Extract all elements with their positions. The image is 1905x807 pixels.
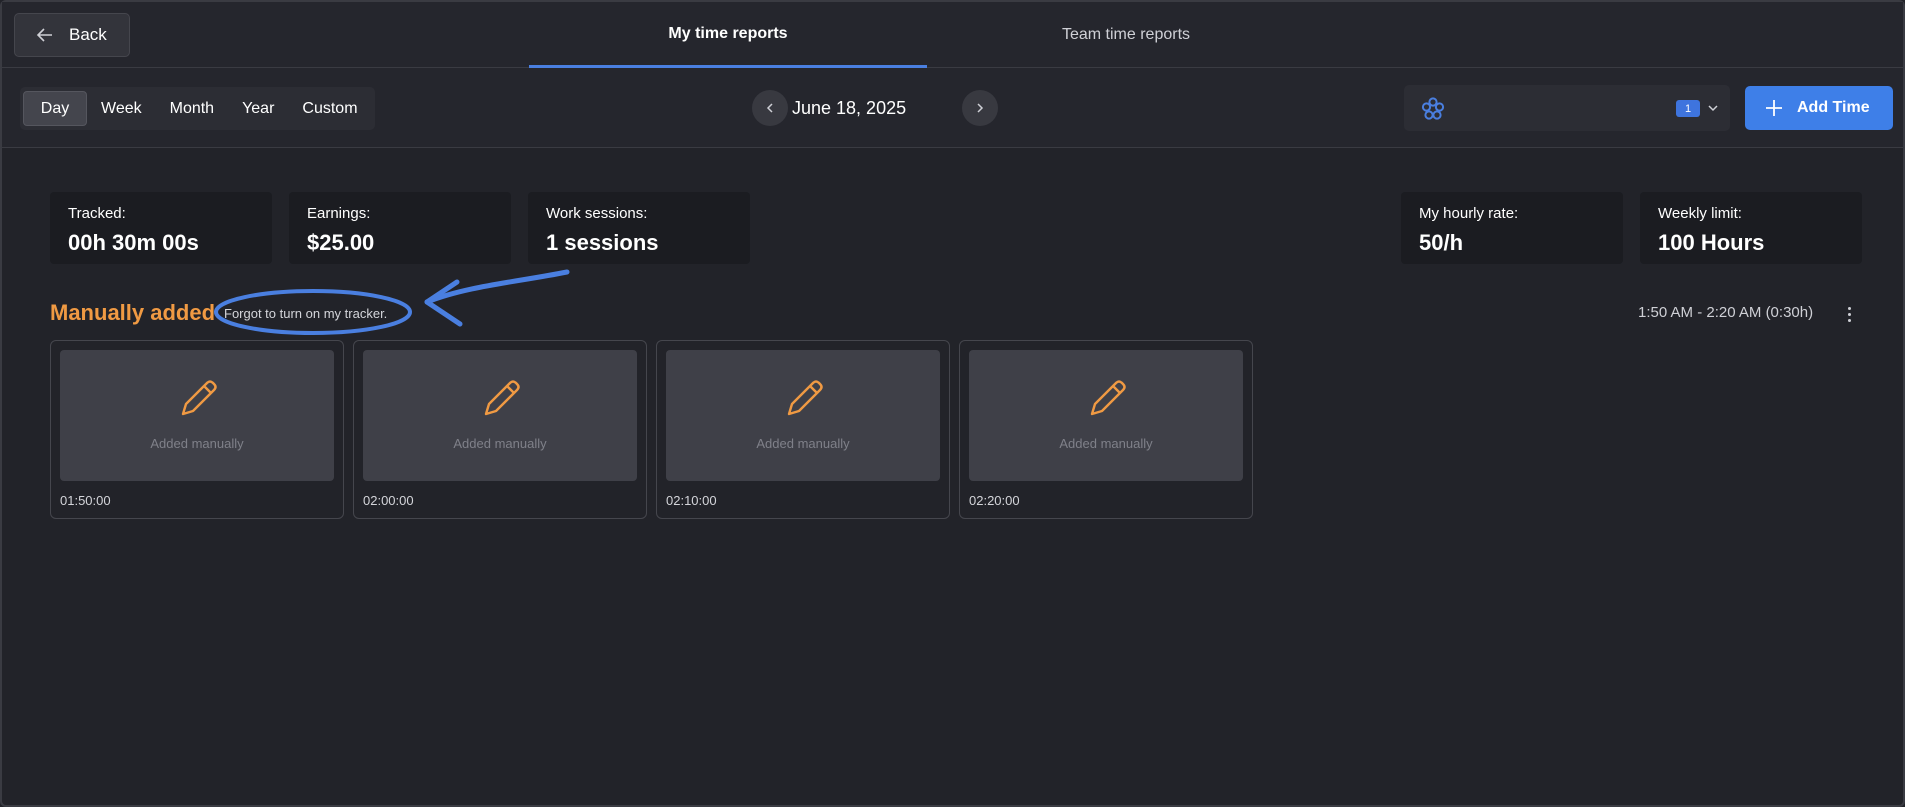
stat-value: 100 Hours	[1658, 230, 1765, 255]
screenshot-card[interactable]: Added manually 01:50:00	[50, 340, 344, 519]
card-thumbnail: Added manually	[363, 350, 637, 481]
stat-value: 00h 30m 00s	[68, 230, 199, 255]
card-thumbnail: Added manually	[60, 350, 334, 481]
next-date-button[interactable]	[962, 90, 998, 126]
pencil-icon	[787, 380, 823, 416]
stat-earnings: Earnings: $25.00	[289, 192, 511, 264]
stat-value: 50/h	[1419, 230, 1464, 255]
stat-label: Weekly limit:	[1658, 205, 1742, 222]
stat-label: Earnings:	[307, 205, 371, 222]
annotation-circle-arrow-icon	[214, 269, 570, 335]
kebab-menu-icon[interactable]	[1840, 303, 1858, 325]
card-caption: Added manually	[453, 436, 547, 451]
card-caption: Added manually	[150, 436, 244, 451]
stat-value: 1 sessions	[546, 230, 659, 255]
chevron-left-icon	[766, 103, 773, 113]
add-time-label: Add Time	[1797, 99, 1870, 116]
stat-label: Tracked:	[68, 205, 126, 222]
session-time-range: 1:50 AM - 2:20 AM (0:30h)	[1638, 304, 1814, 321]
screenshot-card[interactable]: Added manually 02:00:00	[353, 340, 647, 519]
card-timestamp: 02:20:00	[969, 493, 1020, 508]
stat-label: My hourly rate:	[1419, 205, 1519, 222]
session-title: Manually added	[50, 300, 216, 325]
current-date: June 18, 2025	[792, 97, 907, 118]
chevron-down-icon	[1708, 105, 1718, 112]
session-note: Forgot to turn on my tracker.	[224, 306, 388, 321]
card-timestamp: 02:00:00	[363, 493, 414, 508]
toolbar: Day Week Month Year Custom June 18, 2025	[2, 68, 1903, 148]
range-selector: Day Week Month Year Custom	[20, 87, 375, 130]
card-caption: Added manually	[756, 436, 850, 451]
team-count-badge: 1	[1676, 100, 1700, 117]
tab-team-time-reports[interactable]: Team time reports	[927, 2, 1325, 68]
card-timestamp: 01:50:00	[60, 493, 111, 508]
stat-weekly-limit: Weekly limit: 100 Hours	[1640, 192, 1862, 264]
range-year-button[interactable]: Year	[228, 91, 288, 126]
card-thumbnail: Added manually	[969, 350, 1243, 481]
card-caption: Added manually	[1059, 436, 1153, 451]
back-label: Back	[69, 25, 107, 44]
top-bar: Back My time reports Team time reports	[2, 2, 1903, 68]
tab-my-time-reports[interactable]: My time reports	[529, 2, 927, 68]
chevron-right-icon	[977, 103, 984, 113]
stat-value: $25.00	[307, 230, 375, 255]
stat-work-sessions: Work sessions: 1 sessions	[528, 192, 750, 264]
range-custom-button[interactable]: Custom	[288, 91, 371, 126]
add-time-button[interactable]: Add Time	[1745, 86, 1893, 130]
pencil-icon	[484, 380, 520, 416]
stat-label: Work sessions:	[546, 205, 648, 222]
card-thumbnail: Added manually	[666, 350, 940, 481]
arrow-left-icon	[36, 28, 52, 42]
screenshot-card[interactable]: Added manually 02:20:00	[959, 340, 1253, 519]
plus-icon	[1766, 100, 1782, 116]
previous-date-button[interactable]	[752, 90, 788, 126]
card-timestamp: 02:10:00	[666, 493, 717, 508]
stat-tracked: Tracked: 00h 30m 00s	[50, 192, 272, 264]
range-day-button[interactable]: Day	[23, 91, 87, 126]
range-week-button[interactable]: Week	[87, 91, 156, 126]
screenshot-card[interactable]: Added manually 02:10:00	[656, 340, 950, 519]
back-button[interactable]: Back	[14, 13, 130, 57]
range-month-button[interactable]: Month	[156, 91, 228, 126]
pencil-icon	[181, 380, 217, 416]
team-selector[interactable]: 1	[1404, 85, 1730, 131]
team-logo-icon	[1421, 97, 1445, 120]
stat-hourly-rate: My hourly rate: 50/h	[1401, 192, 1623, 264]
pencil-icon	[1090, 380, 1126, 416]
app-window: Back My time reports Team time reports D…	[0, 0, 1905, 807]
